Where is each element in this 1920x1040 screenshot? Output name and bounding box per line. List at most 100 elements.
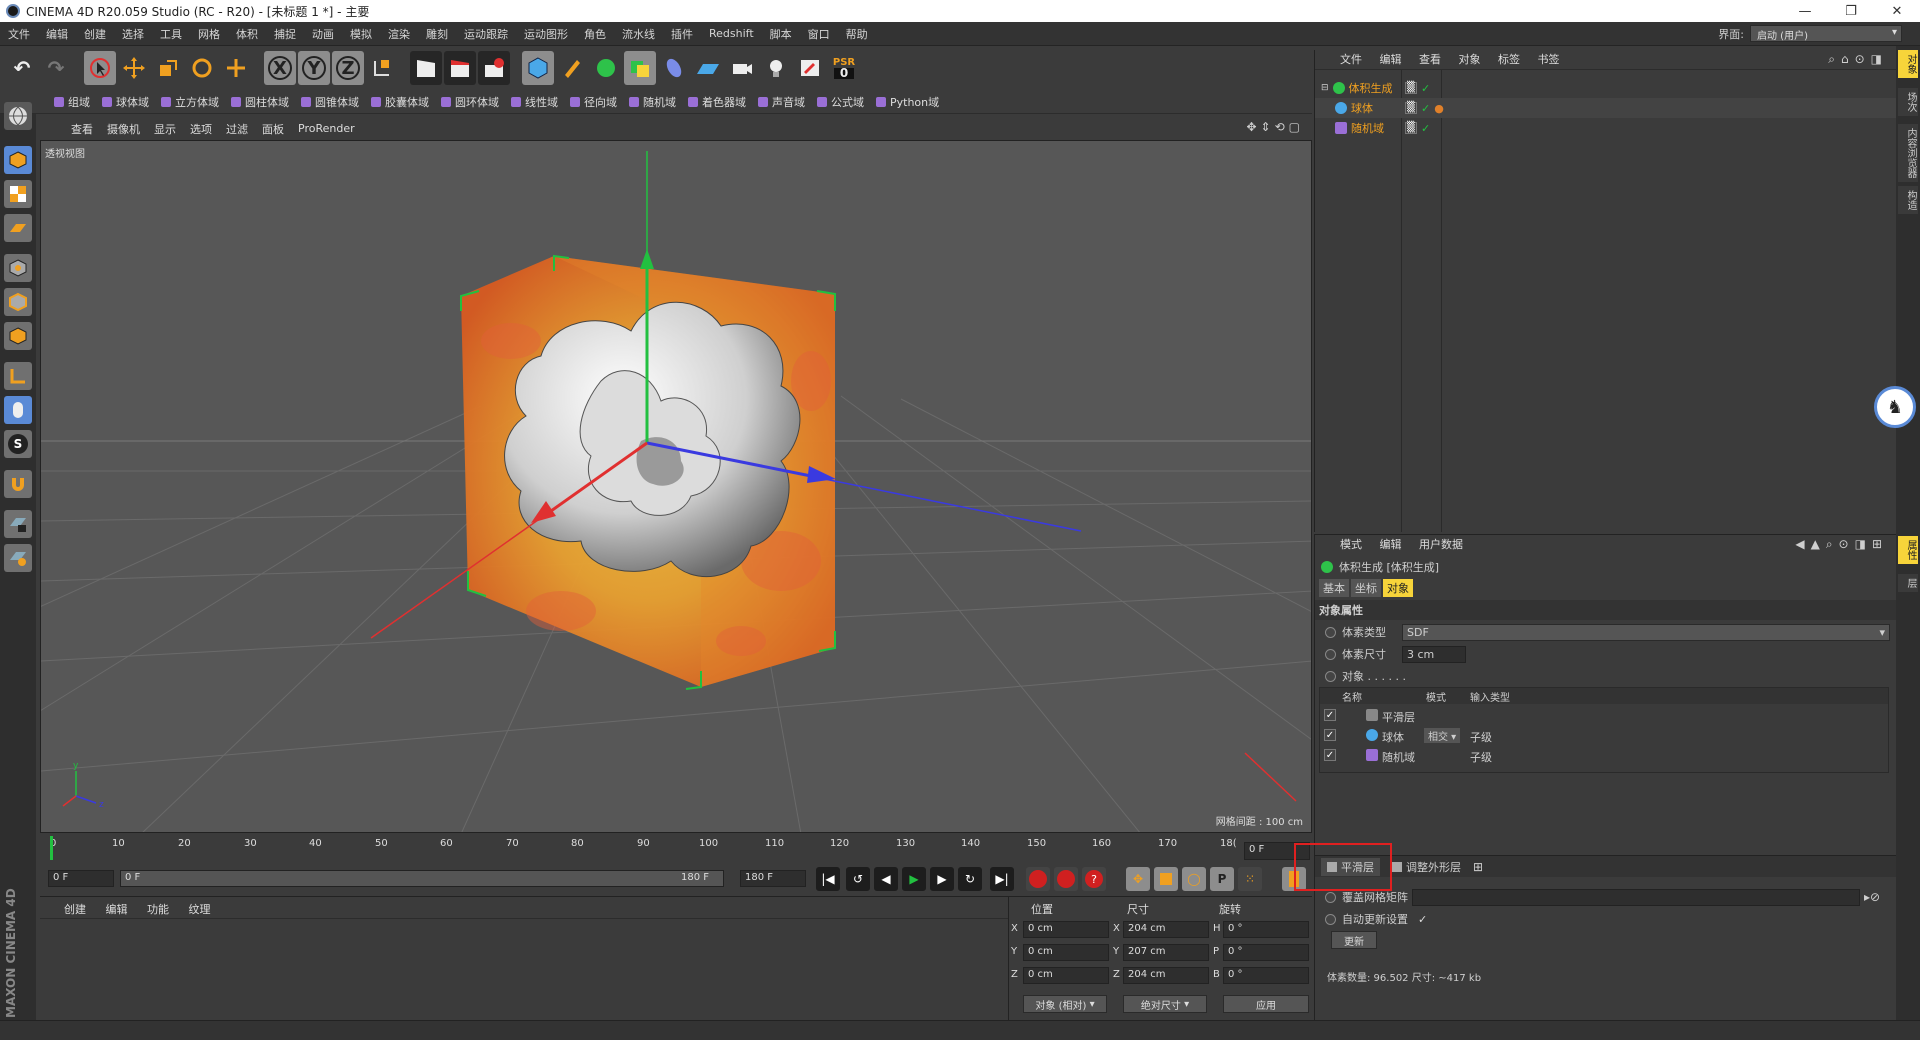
menu-mograph[interactable]: 运动图形 (516, 26, 576, 42)
texture-mode-button[interactable] (4, 180, 32, 208)
viewport-scene[interactable]: y z (41, 141, 1312, 833)
cylinder-field-button[interactable]: 圆柱体域 (225, 92, 295, 112)
om-toolbar-icons[interactable]: ⌕⌂⊙◨ (1828, 52, 1888, 67)
live-selection-button[interactable] (84, 51, 116, 85)
group-field-button[interactable]: 组域 (48, 92, 96, 112)
mode-dropdown[interactable]: 相交 ▾ (1424, 728, 1461, 743)
menu-motion-tracker[interactable]: 运动跟踪 (456, 26, 516, 42)
viewport-menu-options[interactable]: 选项 (183, 121, 219, 137)
enabled-check-icon[interactable]: ✓ (1421, 82, 1430, 95)
menu-create[interactable]: 创建 (76, 26, 114, 42)
material-menu-create[interactable]: 创建 (56, 897, 94, 921)
menu-sculpt[interactable]: 雕刻 (418, 26, 456, 42)
rotation-b-field[interactable]: 0 ° (1223, 967, 1309, 984)
size-x-field[interactable]: 204 cm (1123, 921, 1209, 938)
tab-structure[interactable]: 构造 (1898, 186, 1918, 214)
deer-plugin-icon[interactable]: ♞ (1874, 386, 1916, 428)
workplane-mode-button[interactable] (4, 214, 32, 242)
am-menu-mode[interactable]: 模式 (1333, 535, 1369, 555)
tag-icon[interactable]: ● (1434, 102, 1444, 115)
sketch-button[interactable] (794, 51, 826, 85)
menu-snap[interactable]: 捕捉 (266, 26, 304, 42)
enabled-checkbox[interactable]: ✓ (1324, 709, 1336, 721)
subdivision-button[interactable] (590, 51, 622, 85)
point-level-key-button[interactable]: ⁙ (1238, 867, 1262, 891)
size-y-field[interactable]: 207 cm (1123, 944, 1209, 961)
minimize-button[interactable]: — (1782, 0, 1828, 22)
next-frame-button[interactable]: ▶ (930, 867, 954, 891)
visibility-toggle[interactable]: ▒ (1405, 81, 1417, 94)
menu-redshift[interactable]: Redshift (701, 27, 762, 40)
preview-range-slider[interactable]: 0 F 180 F (120, 870, 724, 887)
enabled-checkbox[interactable]: ✓ (1324, 749, 1336, 761)
python-field-button[interactable]: Python域 (870, 92, 945, 112)
object-row-sphere[interactable]: 球体 ▒ ✓ ● (1315, 98, 1897, 118)
animate-radio[interactable] (1325, 913, 1336, 925)
menu-select[interactable]: 选择 (114, 26, 152, 42)
render-view-button[interactable] (410, 51, 442, 85)
formula-field-button[interactable]: 公式域 (811, 92, 870, 112)
link-arrow-icon[interactable]: ▸⊘ (1864, 890, 1880, 904)
material-menu-function[interactable]: 功能 (139, 897, 177, 921)
edges-mode-button[interactable] (4, 288, 32, 316)
go-to-start-button[interactable]: |◀ (816, 867, 840, 891)
visibility-toggle[interactable]: ▒ (1405, 101, 1417, 114)
override-matrix-link-field[interactable] (1412, 888, 1860, 906)
redo-button[interactable]: ↷ (40, 51, 72, 85)
camera-button[interactable] (726, 51, 758, 85)
position-z-field[interactable]: 0 cm (1023, 967, 1109, 984)
tab-layers[interactable]: 层 (1898, 574, 1918, 592)
size-z-field[interactable]: 204 cm (1123, 967, 1209, 984)
play-button[interactable]: ▶ (902, 867, 926, 891)
menu-pipeline[interactable]: 流水线 (614, 26, 663, 42)
workplane-lock-button[interactable] (4, 510, 32, 538)
tab-basic[interactable]: 基本 (1319, 579, 1349, 597)
linear-field-button[interactable]: 线性域 (505, 92, 564, 112)
size-mode-dropdown[interactable]: 绝对尺寸 ▾ (1123, 995, 1207, 1013)
start-frame-field[interactable]: 0 F (48, 870, 114, 887)
menu-script[interactable]: 脚本 (762, 26, 800, 42)
menu-simulate[interactable]: 模拟 (342, 26, 380, 42)
list-item[interactable]: ✓ 随机域 子级 (1320, 746, 1888, 766)
am-menu-edit[interactable]: 编辑 (1373, 535, 1409, 555)
coordinate-mode-dropdown[interactable]: 对象 (相对) ▾ (1023, 995, 1107, 1013)
menu-character[interactable]: 角色 (576, 26, 614, 42)
am-nav-icons[interactable]: ◀▲⌕⊙◨⊞ (1795, 537, 1888, 552)
am-menu-userdata[interactable]: 用户数据 (1412, 535, 1470, 555)
update-button[interactable]: 更新 (1331, 931, 1377, 949)
torus-field-button[interactable]: 圆环体域 (435, 92, 505, 112)
points-mode-button[interactable] (4, 254, 32, 282)
autokey-button[interactable] (1054, 867, 1078, 891)
record-button[interactable] (1026, 867, 1050, 891)
add-layer-icon[interactable]: ⊞ (1473, 860, 1483, 874)
timeline-ruler[interactable]: 0 10 20 30 40 50 60 70 80 90 100 110 120… (40, 836, 1312, 862)
y-axis-lock-button[interactable]: Y (298, 51, 330, 85)
tab-coord[interactable]: 坐标 (1351, 579, 1381, 597)
sphere-field-button[interactable]: 球体域 (96, 92, 155, 112)
render-picture-viewer-button[interactable] (444, 51, 476, 85)
viewport-menu-panel[interactable]: 面板 (255, 121, 291, 137)
menu-tools[interactable]: 工具 (152, 26, 190, 42)
perspective-viewport[interactable]: y z 透视视图 网格间距 : 100 cm (40, 140, 1312, 833)
pen-button[interactable] (556, 51, 588, 85)
viewport-nav-icons[interactable]: ✥⇕⟲▢ (1246, 120, 1304, 134)
radial-field-button[interactable]: 径向域 (564, 92, 623, 112)
material-menu-edit[interactable]: 编辑 (98, 897, 136, 921)
coordinate-system-button[interactable] (366, 51, 398, 85)
position-y-field[interactable]: 0 cm (1023, 944, 1109, 961)
tab-object[interactable]: 对象 (1383, 579, 1413, 597)
menu-window[interactable]: 窗口 (800, 26, 838, 42)
om-menu-objects[interactable]: 对象 (1452, 50, 1488, 70)
position-x-field[interactable]: 0 cm (1023, 921, 1109, 938)
end-frame-field[interactable]: 180 F (740, 870, 806, 887)
menu-mesh[interactable]: 网格 (190, 26, 228, 42)
animate-radio[interactable] (1325, 626, 1336, 638)
enabled-check-icon[interactable]: ✓ (1421, 102, 1430, 115)
viewport-menu-display[interactable]: 显示 (147, 121, 183, 137)
cube-button[interactable] (522, 51, 554, 85)
om-menu-bookmarks[interactable]: 书签 (1531, 50, 1567, 70)
layout-dropdown[interactable]: 启动 (用户) ▾ (1750, 25, 1902, 42)
viewport-menu-filter[interactable]: 过滤 (219, 121, 255, 137)
x-axis-lock-button[interactable]: X (264, 51, 296, 85)
tab-takes[interactable]: 场次 (1898, 88, 1918, 116)
